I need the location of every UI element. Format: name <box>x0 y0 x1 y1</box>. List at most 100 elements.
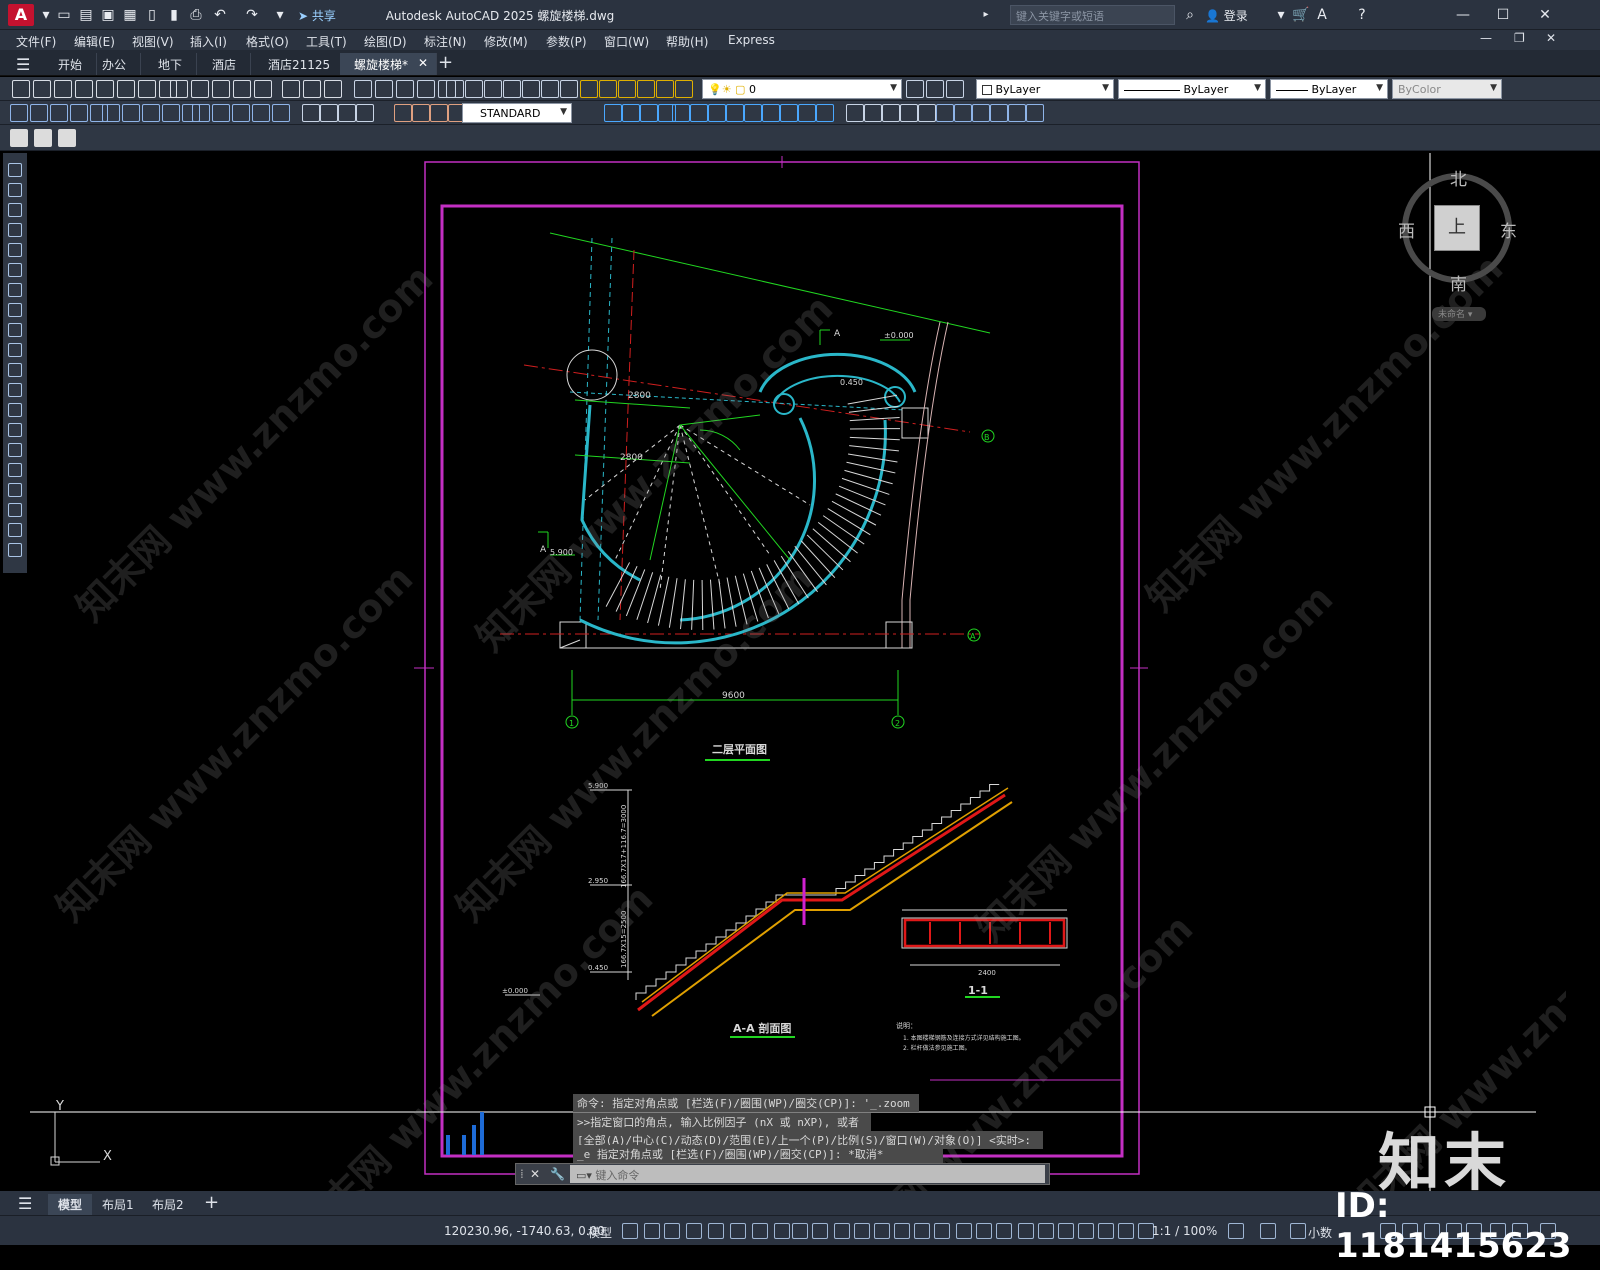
menu-modify[interactable]: 修改(M) <box>484 33 528 50</box>
standard-tool-icon-0[interactable] <box>12 80 30 98</box>
dim-tool-icon-7[interactable] <box>142 104 160 122</box>
status-toggle-icon-6[interactable] <box>752 1223 768 1239</box>
draw-tool-icon-15[interactable] <box>8 463 22 477</box>
draw-tool-icon-13[interactable] <box>8 423 22 437</box>
tab-hotel[interactable]: 酒店 <box>198 53 252 75</box>
status-toggle-icon-17[interactable] <box>976 1223 992 1239</box>
tab-close-icon[interactable]: ✕ <box>418 56 428 70</box>
dim-tool-icon-2[interactable] <box>50 104 68 122</box>
standard-tool-icon-2[interactable] <box>54 80 72 98</box>
write-block-icon[interactable] <box>58 129 76 147</box>
standard-tool-icon-14[interactable] <box>303 80 321 98</box>
menu-format[interactable]: 格式(O) <box>246 33 289 50</box>
dim-tool-icon-3[interactable] <box>70 104 88 122</box>
draw-tool-icon-12[interactable] <box>8 403 22 417</box>
status-toggle-icon-5[interactable] <box>730 1223 746 1239</box>
add-layout-plus-icon[interactable]: + <box>204 1192 219 1213</box>
dim-tool-icon-31[interactable] <box>744 104 762 122</box>
dim-tool-icon-35[interactable] <box>816 104 834 122</box>
draw-tool-icon-7[interactable] <box>8 303 22 317</box>
tab-layout2[interactable]: 布局2 <box>142 1194 194 1215</box>
dim-tool-icon-19[interactable] <box>394 104 412 122</box>
standard-tool-icon-1[interactable] <box>33 80 51 98</box>
dim-tool-icon-6[interactable] <box>122 104 140 122</box>
annotation-scale[interactable]: 1:1 / 100% <box>1152 1224 1217 1238</box>
standard-tool-icon-35[interactable] <box>926 80 944 98</box>
standard-tool-icon-3[interactable] <box>75 80 93 98</box>
lineweight-dropdown[interactable]: ByLayer ▼ <box>1270 79 1388 99</box>
status-toggle-icon-14[interactable] <box>914 1223 930 1239</box>
draw-tool-icon-8[interactable] <box>8 323 22 337</box>
standard-tool-icon-8[interactable] <box>170 80 188 98</box>
dim-tool-icon-10[interactable] <box>192 104 210 122</box>
status-toggle-icon-12[interactable] <box>874 1223 890 1239</box>
dim-tool-icon-8[interactable] <box>162 104 180 122</box>
draw-tool-icon-14[interactable] <box>8 443 22 457</box>
status-toggle-icon-27[interactable] <box>1260 1223 1276 1239</box>
hamburger-menu-icon[interactable]: ☰ <box>16 55 30 74</box>
menu-insert[interactable]: 插入(I) <box>190 33 227 50</box>
draw-tool-icon-3[interactable] <box>8 223 22 237</box>
plotstyle-dropdown[interactable]: ByColor ▼ <box>1392 79 1502 99</box>
status-toggle-icon-11[interactable] <box>854 1223 870 1239</box>
menu-file[interactable]: 文件(F) <box>16 33 56 50</box>
help-icon[interactable]: ? <box>1354 7 1370 23</box>
standard-tool-icon-16[interactable] <box>354 80 372 98</box>
tab-office[interactable]: 办公 <box>88 53 142 75</box>
dim-tool-icon-34[interactable] <box>798 104 816 122</box>
draw-tool-icon-4[interactable] <box>8 243 22 257</box>
standard-tool-icon-4[interactable] <box>96 80 114 98</box>
doc-close-button[interactable]: ✕ <box>1546 31 1556 45</box>
standard-tool-icon-9[interactable] <box>191 80 209 98</box>
command-grip-icon[interactable]: ⁞ <box>520 1167 524 1181</box>
dim-tool-icon-39[interactable] <box>900 104 918 122</box>
status-toggle-icon-7[interactable] <box>774 1223 790 1239</box>
dim-tool-icon-32[interactable] <box>762 104 780 122</box>
dim-tool-icon-44[interactable] <box>990 104 1008 122</box>
dim-tool-icon-46[interactable] <box>1026 104 1044 122</box>
new-tab-plus-icon[interactable]: + <box>438 52 453 73</box>
dim-tool-icon-27[interactable] <box>672 104 690 122</box>
standard-tool-icon-30[interactable] <box>618 80 636 98</box>
dim-tool-icon-21[interactable] <box>430 104 448 122</box>
draw-tool-icon-1[interactable] <box>8 183 22 197</box>
standard-tool-icon-12[interactable] <box>254 80 272 98</box>
status-toggle-icon-20[interactable] <box>1038 1223 1054 1239</box>
status-toggle-icon-2[interactable] <box>664 1223 680 1239</box>
status-toggle-icon-13[interactable] <box>894 1223 910 1239</box>
close-button[interactable]: ✕ <box>1530 5 1560 25</box>
dim-tool-icon-1[interactable] <box>30 104 48 122</box>
viewcube-south[interactable]: 南 <box>1450 270 1467 295</box>
menu-dimension[interactable]: 标注(N) <box>424 33 466 50</box>
draw-tool-icon-6[interactable] <box>8 283 22 297</box>
dim-tool-icon-24[interactable] <box>622 104 640 122</box>
command-close-icon[interactable]: ✕ <box>530 1167 540 1181</box>
dim-tool-icon-40[interactable] <box>918 104 936 122</box>
dim-tool-icon-17[interactable] <box>338 104 356 122</box>
drawing-canvas[interactable]: B A 1 2 2800 2800 9600 ±0.000 0.450 5.90… <box>30 153 1566 1191</box>
status-toggle-icon-22[interactable] <box>1078 1223 1094 1239</box>
standard-tool-icon-17[interactable] <box>375 80 393 98</box>
tab-layout1[interactable]: 布局1 <box>92 1194 144 1215</box>
standard-tool-icon-18[interactable] <box>396 80 414 98</box>
dim-tool-icon-23[interactable] <box>604 104 622 122</box>
standard-tool-icon-11[interactable] <box>233 80 251 98</box>
standard-tool-icon-6[interactable] <box>138 80 156 98</box>
draw-tool-icon-5[interactable] <box>8 263 22 277</box>
status-toggle-icon-18[interactable] <box>996 1223 1012 1239</box>
color-dropdown[interactable]: ByLayer ▼ <box>976 79 1114 99</box>
draw-tool-icon-17[interactable] <box>8 503 22 517</box>
draw-tool-icon-0[interactable] <box>8 163 22 177</box>
status-toggle-icon-23[interactable] <box>1098 1223 1114 1239</box>
layout-menu-icon[interactable]: ☰ <box>18 1194 32 1213</box>
standard-tool-icon-24[interactable] <box>503 80 521 98</box>
standard-tool-icon-23[interactable] <box>484 80 502 98</box>
dim-tool-icon-13[interactable] <box>252 104 270 122</box>
search-input[interactable]: 键入关键字或短语 <box>1010 5 1175 25</box>
draw-tool-icon-16[interactable] <box>8 483 22 497</box>
tab-basement[interactable]: 地下 <box>144 53 198 75</box>
dim-tool-icon-14[interactable] <box>272 104 290 122</box>
standard-tool-icon-36[interactable] <box>946 80 964 98</box>
status-toggle-icon-15[interactable] <box>934 1223 950 1239</box>
standard-tool-icon-25[interactable] <box>522 80 540 98</box>
